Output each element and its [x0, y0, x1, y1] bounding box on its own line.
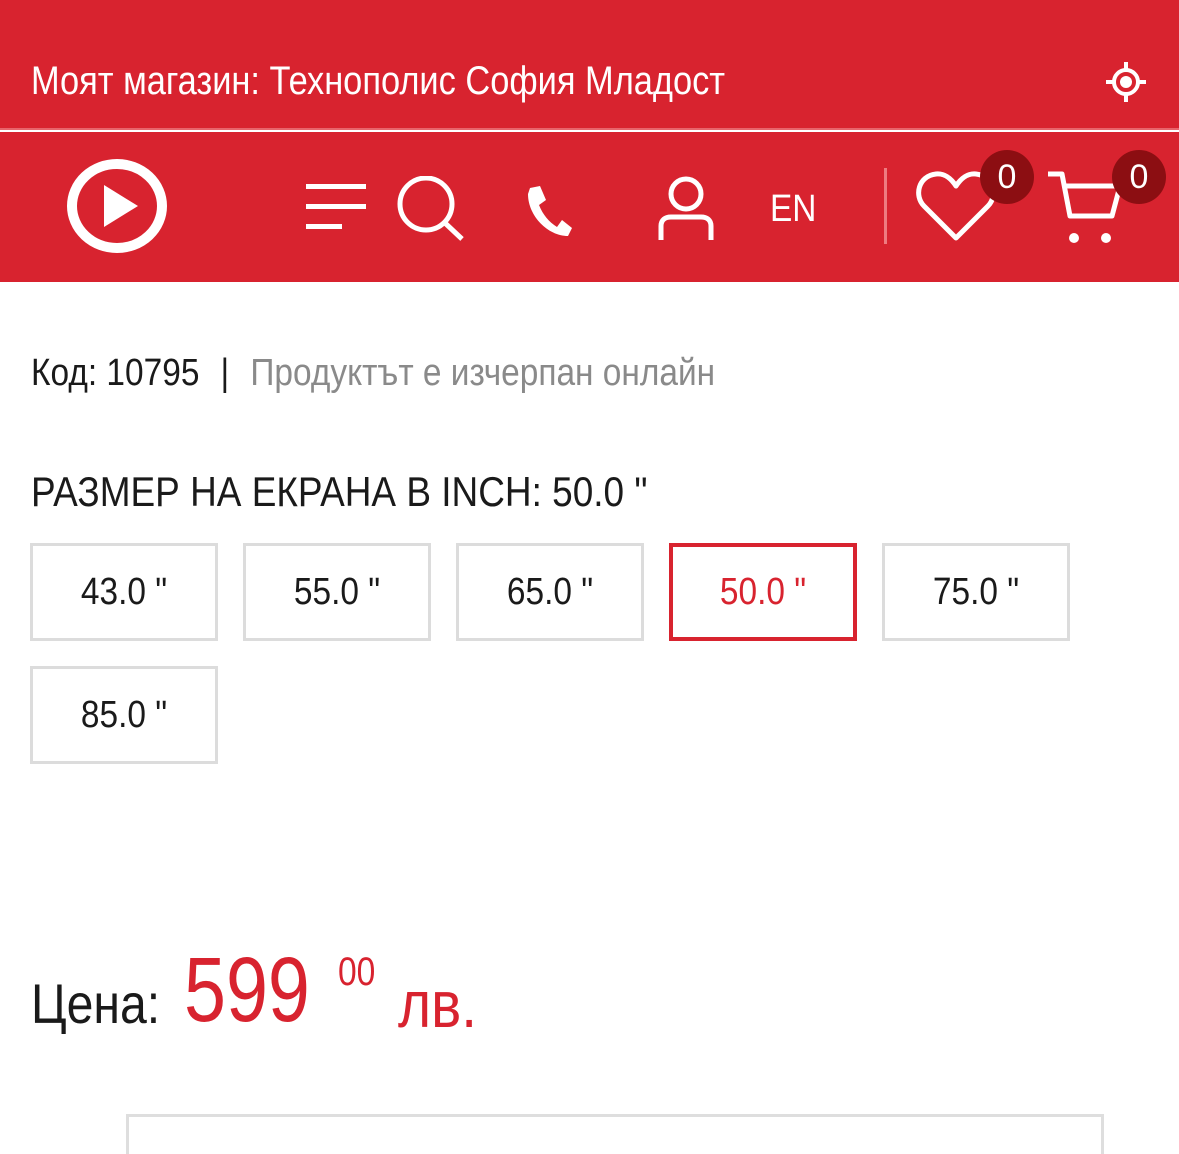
wishlist-count-badge: 0: [980, 150, 1034, 204]
size-option-65[interactable]: 65.0 ": [456, 543, 644, 641]
crosshair-icon[interactable]: [1104, 60, 1148, 104]
price-currency: лв.: [398, 967, 478, 1041]
size-option-50-selected[interactable]: 50.0 ": [669, 543, 857, 641]
size-option-43[interactable]: 43.0 ": [30, 543, 218, 641]
store-bar[interactable]: Моят магазин: Технополис София Младост: [0, 0, 1179, 130]
phone-icon[interactable]: [522, 182, 572, 238]
price-cents: 00: [338, 950, 376, 994]
size-option-55[interactable]: 55.0 ": [243, 543, 431, 641]
size-option-label: 55.0 ": [293, 570, 381, 613]
main-nav: EN 0 0: [0, 132, 1179, 282]
screen-size-title: РАЗМЕР НА ЕКРАНА В INCH: 50.0 ": [31, 468, 648, 515]
code-separator: |: [220, 352, 230, 394]
size-option-label: 85.0 ": [80, 693, 168, 736]
price-whole: 599: [184, 939, 310, 1041]
play-logo-icon[interactable]: [64, 157, 170, 255]
price-label: Цена:: [31, 972, 161, 1035]
user-icon[interactable]: [656, 176, 716, 242]
my-store-label: Моят магазин: Технополис София Младост: [31, 59, 726, 103]
size-option-label: 43.0 ": [80, 570, 168, 613]
nav-divider: [884, 168, 887, 244]
product-code: Код: 10795: [31, 352, 200, 394]
cart-count-badge: 0: [1112, 150, 1166, 204]
search-icon[interactable]: [396, 176, 466, 242]
size-option-label: 75.0 ": [932, 570, 1020, 613]
size-option-label: 50.0 ": [719, 570, 807, 613]
size-option-75[interactable]: 75.0 ": [882, 543, 1070, 641]
stock-status: Продуктът е изчерпан онлайн: [250, 352, 716, 394]
language-switch[interactable]: EN: [770, 184, 816, 234]
size-option-label: 65.0 ": [506, 570, 594, 613]
size-option-85[interactable]: 85.0 ": [30, 666, 218, 764]
quantity-box[interactable]: [126, 1114, 1104, 1154]
product-code-line: Код: 10795 | Продуктът е изчерпан онлайн: [31, 348, 715, 398]
menu-icon[interactable]: [304, 182, 368, 232]
